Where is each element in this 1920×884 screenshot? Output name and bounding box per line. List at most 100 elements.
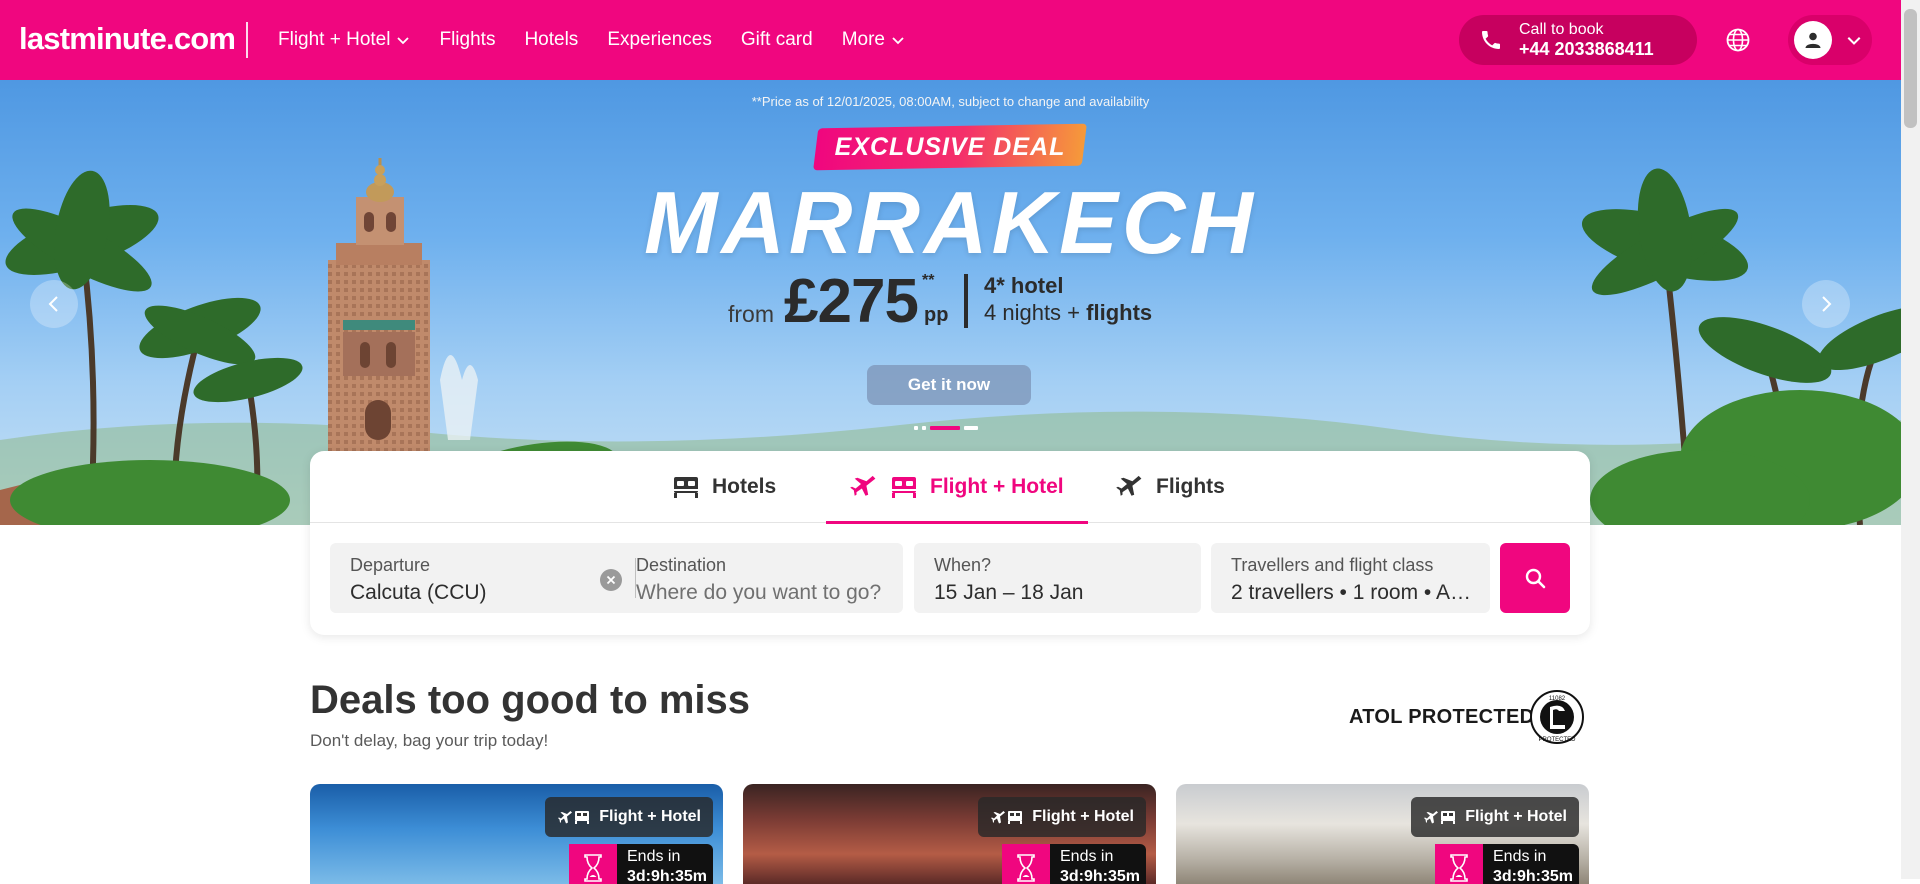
call-to-book-button[interactable]: Call to book +44 2033868411 bbox=[1459, 15, 1697, 65]
deal-type-tag: Flight + Hotel bbox=[978, 797, 1146, 837]
atol-protected-text: ATOL PROTECTED bbox=[1349, 706, 1535, 728]
globe-icon[interactable] bbox=[1725, 27, 1751, 53]
hourglass-icon bbox=[1435, 844, 1483, 884]
travellers-field[interactable]: Travellers and flight class 2 travellers… bbox=[1211, 543, 1490, 613]
call-text: Call to book +44 2033868411 bbox=[1519, 21, 1654, 59]
tab-flights[interactable]: Flights bbox=[1116, 451, 1225, 523]
call-label: Call to book bbox=[1519, 20, 1604, 38]
destination-title: MARRAKECH bbox=[644, 173, 1257, 272]
carousel-prev-button[interactable] bbox=[30, 280, 78, 328]
departure-label: Departure bbox=[350, 555, 431, 575]
logo-divider bbox=[246, 22, 248, 58]
product-tabs: Hotels Flight + Hotel Flights bbox=[310, 451, 1590, 524]
tab-flight-hotel[interactable]: Flight + Hotel bbox=[826, 451, 1088, 524]
carousel-dot[interactable] bbox=[964, 426, 978, 430]
price-unit: pp bbox=[924, 304, 949, 326]
deal-card[interactable]: Flight + Hotel Ends in 3d:9h:35m bbox=[310, 784, 723, 884]
deal-countdown: Ends in 3d:9h:35m bbox=[569, 844, 713, 884]
offer-nights-text: 4 nights + flights bbox=[984, 300, 1152, 326]
nav-more-label: More bbox=[841, 29, 885, 50]
when-label: When? bbox=[934, 555, 992, 575]
search-button[interactable] bbox=[1500, 543, 1570, 613]
nav-flights-label: Flights bbox=[439, 29, 496, 50]
exclusive-deal-badge: EXCLUSIVE DEAL bbox=[813, 123, 1087, 171]
chevron-down-icon bbox=[1847, 36, 1861, 45]
deals-subtitle: Don't delay, bag your trip today! bbox=[310, 731, 549, 750]
deal-type-tag: Flight + Hotel bbox=[545, 797, 713, 837]
date-range-input[interactable]: 15 Jan – 18 Jan bbox=[934, 581, 1083, 605]
countdown-value: 3d:9h:35m bbox=[1060, 868, 1141, 884]
nav-experiences[interactable]: Experiences bbox=[607, 29, 712, 51]
site-logo[interactable]: lastminute.com bbox=[19, 21, 236, 57]
price-footnote-marker: ** bbox=[922, 272, 935, 289]
departure-field[interactable]: Departure Calcuta (CCU) bbox=[330, 543, 635, 613]
offer-nights-prefix: 4 nights + bbox=[984, 300, 1087, 325]
bed-icon bbox=[892, 477, 916, 498]
user-menu-button[interactable] bbox=[1788, 15, 1872, 65]
destination-input[interactable]: Where do you want to go? bbox=[636, 581, 881, 605]
hourglass-icon bbox=[569, 844, 617, 884]
ends-in-label: Ends in bbox=[1493, 848, 1547, 865]
price-disclaimer: **Price as of 12/01/2025, 08:00AM, subje… bbox=[751, 94, 1150, 109]
deal-card[interactable]: Flight + Hotel Ends in 3d:9h:35m bbox=[743, 784, 1156, 884]
get-it-now-button[interactable]: Get it now bbox=[867, 365, 1031, 405]
carousel-next-button[interactable] bbox=[1802, 280, 1850, 328]
avatar bbox=[1794, 21, 1832, 59]
nav-experiences-label: Experiences bbox=[607, 29, 712, 50]
deal-type-label: Flight + Hotel bbox=[1465, 808, 1567, 825]
tab-flights-label: Flights bbox=[1156, 475, 1225, 498]
deal-price: £275 bbox=[784, 267, 919, 336]
travellers-input[interactable]: 2 travellers • 1 room • Any class bbox=[1231, 581, 1476, 605]
ends-in-label: Ends in bbox=[1060, 848, 1114, 865]
top-navigation-bar: lastminute.com Flight + Hotel Flights Ho… bbox=[0, 0, 1901, 80]
travellers-label: Travellers and flight class bbox=[1231, 555, 1434, 575]
nav-more[interactable]: More bbox=[842, 29, 905, 51]
plane-icon bbox=[1116, 475, 1142, 496]
nav-gift-card[interactable]: Gift card bbox=[741, 29, 813, 51]
nav-flight-hotel-label: Flight + Hotel bbox=[278, 29, 391, 50]
destination-label: Destination bbox=[636, 555, 727, 575]
offer-hotel-text: 4* hotel bbox=[984, 273, 1064, 298]
plane-bed-icon bbox=[558, 811, 590, 824]
offer-flights-text: flights bbox=[1086, 300, 1153, 325]
main-nav: Flight + Hotel Flights Hotels Experience… bbox=[278, 0, 905, 80]
atol-number: 11082 bbox=[1549, 696, 1566, 702]
badge-text: EXCLUSIVE DEAL bbox=[834, 133, 1066, 161]
deal-countdown: Ends in 3d:9h:35m bbox=[1435, 844, 1579, 884]
price-separator bbox=[964, 274, 968, 328]
deal-type-label: Flight + Hotel bbox=[1032, 808, 1134, 825]
atol-logo: 11082 PROTECTED bbox=[1530, 690, 1584, 744]
nav-flights[interactable]: Flights bbox=[439, 29, 495, 51]
tab-hotels[interactable]: Hotels bbox=[672, 451, 776, 523]
plane-bed-icon bbox=[1424, 811, 1456, 824]
nav-gift-card-label: Gift card bbox=[740, 29, 813, 50]
ends-in-label: Ends in bbox=[627, 848, 681, 865]
departure-input[interactable]: Calcuta (CCU) bbox=[350, 581, 487, 605]
hourglass-icon bbox=[1002, 844, 1050, 884]
call-number: +44 2033868411 bbox=[1519, 38, 1654, 59]
destination-field[interactable]: Destination Where do you want to go? bbox=[616, 543, 903, 613]
deal-type-label: Flight + Hotel bbox=[599, 808, 701, 825]
page-scrollbar[interactable] bbox=[1901, 0, 1920, 879]
nav-hotels[interactable]: Hotels bbox=[524, 29, 578, 51]
chevron-right-icon bbox=[1822, 296, 1832, 312]
chevron-down-icon bbox=[892, 37, 904, 45]
tab-hotels-label: Hotels bbox=[712, 475, 777, 498]
when-field[interactable]: When? 15 Jan – 18 Jan bbox=[914, 543, 1201, 613]
deal-type-tag: Flight + Hotel bbox=[1411, 797, 1579, 837]
deal-card[interactable]: Flight + Hotel Ends in 3d:9h:35m bbox=[1176, 784, 1589, 884]
chevron-left-icon bbox=[48, 296, 58, 312]
deals-title: Deals too good to miss bbox=[310, 678, 751, 722]
countdown-value: 3d:9h:35m bbox=[1493, 868, 1574, 884]
plane-bed-icon bbox=[991, 811, 1023, 824]
scrollbar-thumb[interactable] bbox=[1904, 9, 1917, 128]
tab-flight-hotel-label: Flight + Hotel bbox=[930, 475, 1064, 498]
plane-icon bbox=[850, 475, 876, 496]
carousel-dot-active[interactable] bbox=[930, 426, 960, 430]
nav-flight-hotel[interactable]: Flight + Hotel bbox=[278, 29, 410, 51]
carousel-indicator bbox=[914, 426, 978, 430]
atol-protected-mark: PROTECTED bbox=[1538, 737, 1576, 743]
carousel-dot[interactable] bbox=[922, 426, 926, 430]
search-panel: Hotels Flight + Hotel Flights Departure … bbox=[310, 451, 1590, 635]
carousel-dot[interactable] bbox=[914, 426, 918, 430]
